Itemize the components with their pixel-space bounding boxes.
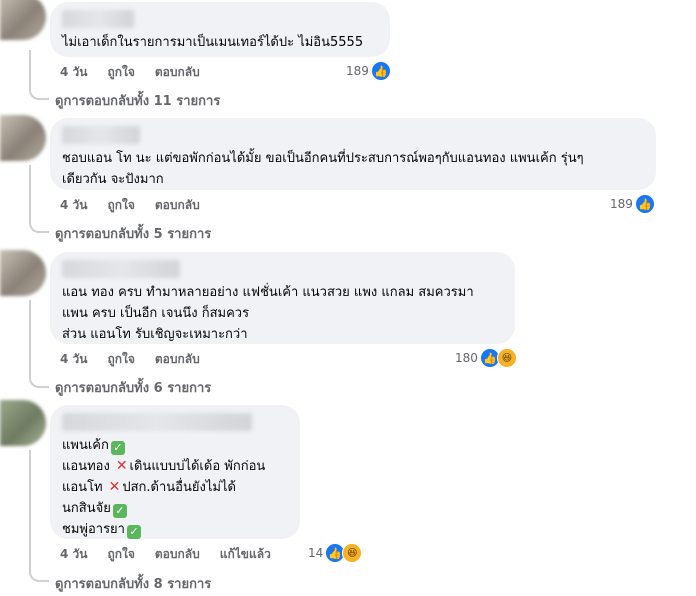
- comment-actions: 4 วัน ถูกใจ ตอบกลับ: [60, 63, 200, 82]
- comment-line: ชมพู่อารยา ✓: [62, 519, 288, 540]
- reaction-count: 180: [455, 351, 478, 365]
- comment-time[interactable]: 4 วัน: [60, 196, 87, 215]
- reply-button[interactable]: ตอบกลับ: [155, 63, 200, 82]
- comment-bubble: ไม่เอาเด็กในรายการมาเป็นเมนเทอร์ได้ปะ ไม…: [50, 2, 390, 57]
- haha-reaction-icon: 😆: [342, 543, 363, 563]
- comment-line: แอนโท ✕ ปสก.ด้านอื่นยังไม่ได้: [62, 479, 236, 495]
- comment-actions: 4 วัน ถูกใจ ตอบกลับ: [60, 350, 200, 369]
- thread-line: [29, 300, 49, 388]
- like-reaction-icon: 👍: [634, 194, 655, 214]
- comment-time[interactable]: 4 วัน: [60, 63, 87, 82]
- reaction-summary[interactable]: 14 👍 😆: [308, 543, 363, 563]
- haha-reaction-icon: 😆: [496, 348, 517, 368]
- edited-label: แก้ไขแล้ว: [219, 547, 271, 561]
- commenter-name-redacted[interactable]: [62, 413, 252, 431]
- view-replies-link[interactable]: ดูการตอบกลับทั้ง 5 รายการ: [55, 223, 211, 244]
- comment-line: แอนทอง ✕ เดินแบบบ่ได้เด้อ พักก่อน: [62, 458, 266, 474]
- like-button[interactable]: ถูกใจ: [107, 350, 134, 369]
- comment-actions: 4 วัน ถูกใจ ตอบกลับ: [60, 196, 200, 215]
- commenter-avatar[interactable]: [0, 400, 46, 446]
- comment-text: แอน ทอง ครบ ทำมาหลายอย่าง แฟชั่นเค้า แนว…: [62, 285, 474, 342]
- reaction-count: 189: [346, 64, 369, 78]
- check-mark-icon: ✓: [110, 441, 125, 455]
- comment-text: ไม่เอาเด็กในรายการมาเป็นเมนเทอร์ได้ปะ ไม…: [62, 35, 364, 50]
- thread-line: [29, 450, 49, 582]
- comment-text: แพนเค้ก ✓ แอนทอง ✕ เดินแบบบ่ได้เด้อ พักก่อน…: [62, 435, 288, 540]
- reply-button[interactable]: ตอบกลับ: [155, 350, 200, 369]
- commenter-avatar[interactable]: [0, 115, 46, 161]
- comment-time[interactable]: 4 วัน: [60, 350, 87, 369]
- like-button[interactable]: ถูกใจ: [107, 545, 134, 564]
- check-mark-icon: ✓: [112, 504, 127, 518]
- commenter-avatar[interactable]: [0, 0, 46, 40]
- comment-text: ชอบแอน โท นะ แต่ขอพักก่อนได้มั้ย ขอเป็นอ…: [62, 151, 584, 187]
- thread-line: [29, 165, 49, 233]
- comment-line: แพนเค้ก ✓: [62, 435, 288, 456]
- comment-line: นกสินจัย ✓: [62, 498, 288, 519]
- cross-mark-icon: ✕: [115, 458, 128, 474]
- like-button[interactable]: ถูกใจ: [107, 63, 134, 82]
- view-replies-link[interactable]: ดูการตอบกลับทั้ง 8 รายการ: [55, 573, 211, 594]
- comment-bubble: แอน ทอง ครบ ทำมาหลายอย่าง แฟชั่นเค้า แนว…: [50, 252, 515, 344]
- thread-line: [29, 50, 49, 100]
- reaction-summary[interactable]: 189 👍: [610, 194, 655, 214]
- reaction-count: 14: [308, 546, 324, 560]
- commenter-name-redacted[interactable]: [62, 10, 134, 28]
- view-replies-link[interactable]: ดูการตอบกลับทั้ง 11 รายการ: [55, 90, 220, 111]
- commenter-avatar[interactable]: [0, 250, 46, 296]
- reply-button[interactable]: ตอบกลับ: [155, 196, 200, 215]
- reaction-summary[interactable]: 180 👍 😆: [455, 348, 517, 368]
- view-replies-link[interactable]: ดูการตอบกลับทั้ง 6 รายการ: [55, 377, 211, 398]
- commenter-name-redacted[interactable]: [62, 260, 180, 278]
- reaction-count: 189: [610, 197, 633, 211]
- check-mark-icon: ✓: [126, 525, 141, 539]
- cross-mark-icon: ✕: [108, 479, 121, 495]
- like-button[interactable]: ถูกใจ: [107, 196, 134, 215]
- reaction-summary[interactable]: 189 👍: [346, 61, 391, 81]
- comment-actions: 4 วัน ถูกใจ ตอบกลับ แก้ไขแล้ว: [60, 545, 271, 564]
- comment-bubble: แพนเค้ก ✓ แอนทอง ✕ เดินแบบบ่ได้เด้อ พักก่อน…: [50, 405, 300, 539]
- like-reaction-icon: 👍: [370, 61, 391, 81]
- comment-bubble: ชอบแอน โท นะ แต่ขอพักก่อนได้มั้ย ขอเป็นอ…: [50, 118, 656, 190]
- reply-button[interactable]: ตอบกลับ: [155, 545, 200, 564]
- comment-time[interactable]: 4 วัน: [60, 545, 87, 564]
- commenter-name-redacted[interactable]: [62, 126, 140, 144]
